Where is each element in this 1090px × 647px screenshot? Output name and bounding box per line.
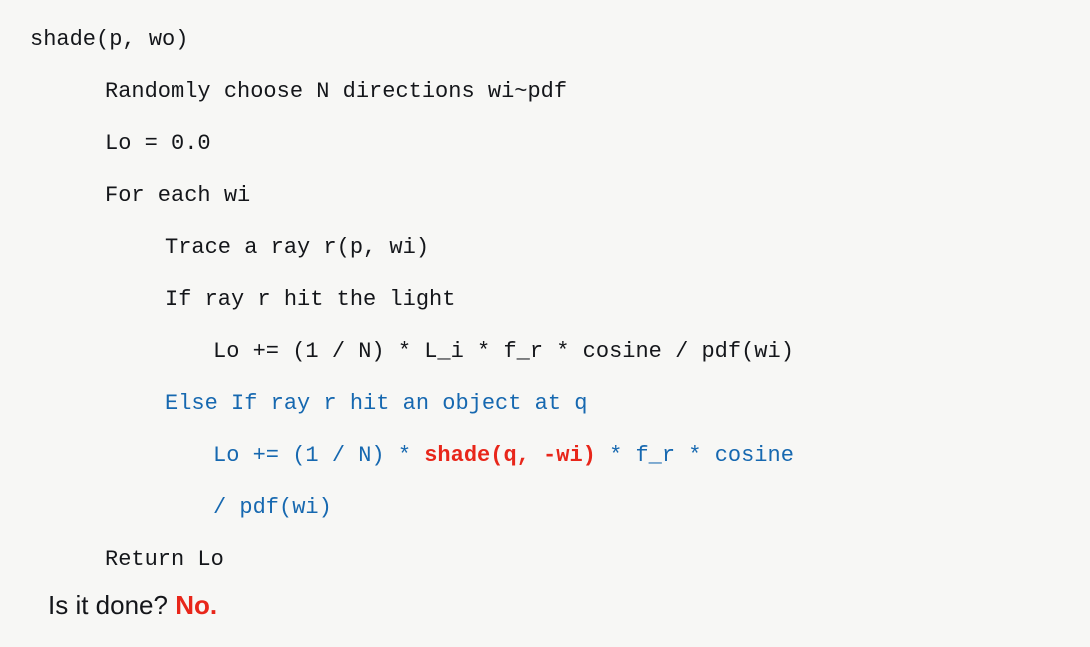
slide-root: shade(p, wo) Randomly choose N direction… — [0, 0, 1090, 647]
code-line-else-if-hit-object: Else If ray r hit an object at q — [165, 391, 588, 416]
code-line-lo-init: Lo = 0.0 — [105, 131, 211, 156]
question-prompt: Is it done? — [48, 590, 176, 620]
pseudocode-block: shade(p, wo) Randomly choose N direction… — [0, 14, 1090, 586]
code-line-lo-accumulate-light: Lo += (1 / N) * L_i * f_r * cosine / pdf… — [213, 339, 794, 364]
code-line-trace-ray: Trace a ray r(p, wi) — [165, 235, 430, 260]
code-line-lo-accumulate-recursive: Lo += (1 / N) * shade(q, -wi) * f_r * co… — [0, 430, 1090, 534]
code-line-for-each-wi: For each wi — [105, 183, 251, 208]
code-line-if-hit-light: If ray r hit the light — [165, 287, 456, 312]
code-line-return-lo: Return Lo — [105, 547, 224, 572]
code-line-shade-signature: shade(p, wo) — [30, 27, 189, 52]
code-segment-prefix: Lo += (1 / N) * — [213, 443, 425, 468]
code-line-randomly-choose-directions: Randomly choose N directions wi~pdf — [105, 79, 568, 104]
question-answer: No. — [175, 590, 218, 620]
question-line: Is it done? No. — [48, 588, 217, 622]
code-segment-recursive-call: shade(q, -wi) — [424, 443, 596, 468]
